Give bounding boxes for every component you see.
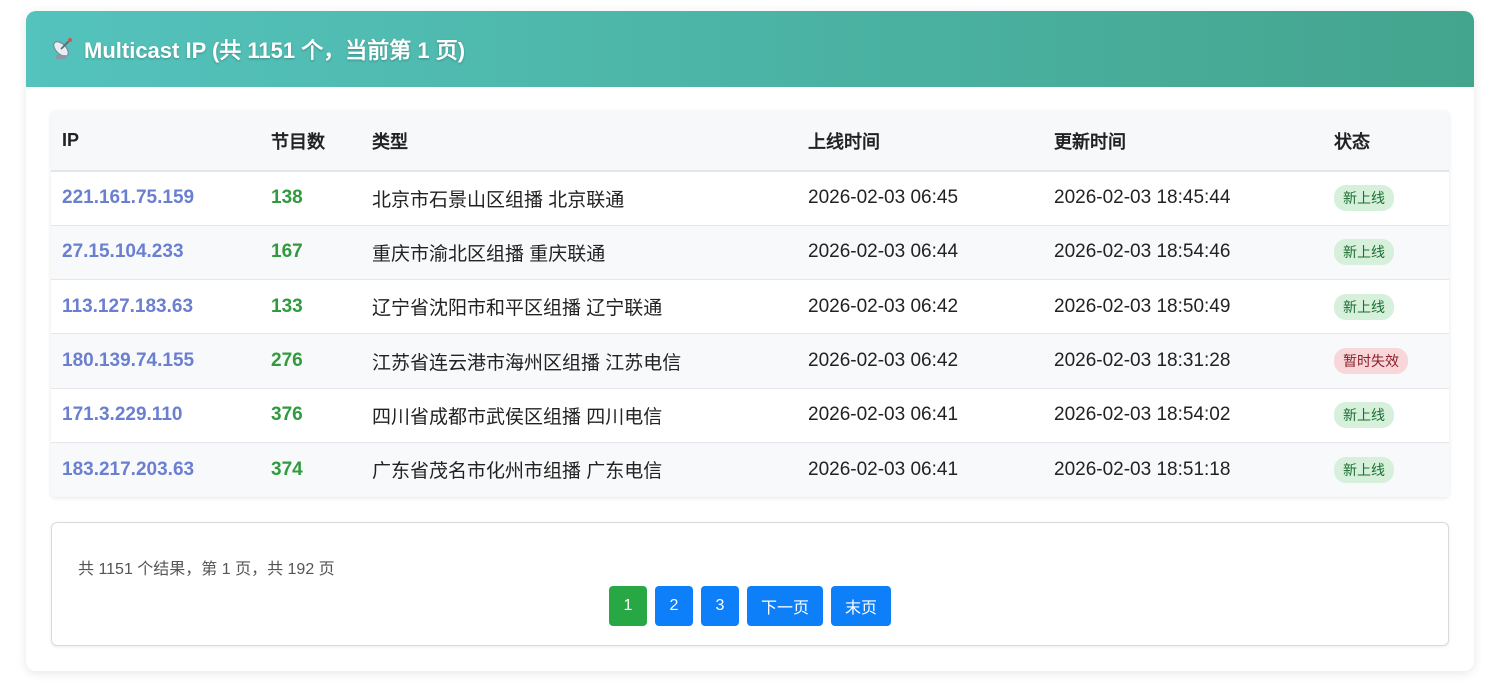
status-badge: 新上线 [1334, 293, 1394, 320]
status-badge: 暂时失效 [1334, 348, 1408, 375]
column-header-ip[interactable]: IP [51, 111, 260, 171]
cell-online-time: 2026-02-03 06:41 [808, 458, 959, 480]
cell-online-time: 2026-02-03 06:42 [808, 350, 959, 372]
ip-link[interactable]: 183.217.203.63 [62, 459, 194, 480]
cell-updated-time: 2026-02-03 18:45:44 [1054, 187, 1231, 209]
cell-ip: 27.15.104.233 [51, 225, 260, 279]
cell-ip: 221.161.75.159 [51, 171, 260, 225]
page-button-4[interactable]: 下一页 [746, 586, 823, 626]
cell-type: 广东省茂名市化州市组播 广东电信 [372, 461, 663, 483]
cell-count: 376 [271, 404, 303, 426]
cell-type: 辽宁省沈阳市和平区组播 辽宁联通 [372, 298, 663, 320]
cell-ip: 183.217.203.63 [51, 442, 260, 496]
column-header-count[interactable]: 节目数 [260, 111, 361, 171]
table-row[interactable]: 183.217.203.63 374 广东省茂名市化州市组播 广东电信 2026… [51, 442, 1449, 497]
cell-status: 新上线 [1323, 171, 1449, 225]
header-title-text: Multicast IP (共 1151 个，当前第 1 页) [84, 38, 466, 63]
cell-status: 暂时失效 [1323, 334, 1449, 388]
status-badge: 新上线 [1334, 185, 1394, 212]
status-badge: 新上线 [1334, 456, 1394, 483]
cell-type: 四川省成都市武侯区组播 四川电信 [372, 406, 663, 428]
table-row[interactable]: 171.3.229.110 376 四川省成都市武侯区组播 四川电信 2026-… [51, 388, 1449, 443]
cell-updated-time: 2026-02-03 18:50:49 [1054, 295, 1231, 317]
ip-link[interactable]: 221.161.75.159 [62, 187, 194, 208]
cell-type: 江苏省连云港市海州区组播 江苏电信 [372, 352, 682, 374]
cell-online-time: 2026-02-03 06:41 [808, 404, 959, 426]
pagination-buttons: 1 2 3 下一页 末页 [52, 586, 1448, 626]
column-header-updated-time[interactable]: 更新时间 [1043, 111, 1323, 171]
column-header-type[interactable]: 类型 [361, 111, 797, 171]
page-title: Multicast IP (共 1151 个，当前第 1 页) [50, 33, 465, 65]
ip-link[interactable]: 171.3.229.110 [62, 404, 182, 425]
column-header-status[interactable]: 状态 [1323, 111, 1449, 171]
ip-link[interactable]: 27.15.104.233 [62, 241, 184, 262]
ip-link[interactable]: 180.139.74.155 [62, 350, 194, 371]
cell-status: 新上线 [1323, 442, 1449, 496]
table-body: 221.161.75.159 138 北京市石景山区组播 北京联通 2026-0… [51, 171, 1449, 497]
satellite-antenna-icon [50, 36, 76, 62]
pagination-info: 共 1151 个结果，第 1 页，共 192 页 [78, 561, 335, 578]
column-header-online-time[interactable]: 上线时间 [797, 111, 1043, 171]
table-row[interactable]: 27.15.104.233 167 重庆市渝北区组播 重庆联通 2026-02-… [51, 225, 1449, 280]
cell-count: 133 [271, 295, 303, 317]
cell-count: 374 [271, 458, 303, 480]
cell-online-time: 2026-02-03 06:45 [808, 187, 959, 209]
cell-online-time: 2026-02-03 06:44 [808, 241, 959, 263]
cell-type: 重庆市渝北区组播 重庆联通 [372, 243, 606, 265]
cell-count: 138 [271, 187, 303, 209]
cell-ip: 113.127.183.63 [51, 280, 260, 334]
page-button-2[interactable]: 2 [654, 586, 693, 626]
cell-count: 276 [271, 350, 303, 372]
cell-type: 北京市石景山区组播 北京联通 [372, 189, 625, 211]
status-badge: 新上线 [1334, 402, 1394, 429]
status-badge: 新上线 [1334, 239, 1394, 266]
card-header: Multicast IP (共 1151 个，当前第 1 页) [26, 11, 1474, 87]
cell-ip: 171.3.229.110 [51, 388, 260, 442]
multicast-table-wrap: IP 节目数 类型 上线时间 更新时间 状态 221.161.75.159 13… [51, 111, 1449, 497]
pagination-box: 共 1151 个结果，第 1 页，共 192 页 1 2 3 下一页 末页 [51, 522, 1449, 646]
cell-updated-time: 2026-02-03 18:54:02 [1054, 404, 1231, 426]
cell-status: 新上线 [1323, 280, 1449, 334]
ip-link[interactable]: 113.127.183.63 [62, 296, 193, 317]
cell-updated-time: 2026-02-03 18:54:46 [1054, 241, 1231, 263]
cell-status: 新上线 [1323, 388, 1449, 442]
multicast-ip-card: Multicast IP (共 1151 个，当前第 1 页) IP 节目数 类… [26, 11, 1474, 671]
page-button-1[interactable]: 1 [608, 586, 647, 626]
cell-online-time: 2026-02-03 06:42 [808, 295, 959, 317]
page-button-5[interactable]: 末页 [831, 586, 892, 626]
table-row[interactable]: 113.127.183.63 133 辽宁省沈阳市和平区组播 辽宁联通 2026… [51, 280, 1449, 334]
table-header-row: IP 节目数 类型 上线时间 更新时间 状态 [51, 111, 1449, 171]
table-row[interactable]: 221.161.75.159 138 北京市石景山区组播 北京联通 2026-0… [51, 171, 1449, 226]
cell-updated-time: 2026-02-03 18:31:28 [1054, 350, 1231, 372]
cell-status: 新上线 [1323, 225, 1449, 279]
page-button-3[interactable]: 3 [700, 586, 739, 626]
multicast-table: IP 节目数 类型 上线时间 更新时间 状态 221.161.75.159 13… [51, 111, 1449, 497]
table-row[interactable]: 180.139.74.155 276 江苏省连云港市海州区组播 江苏电信 202… [51, 333, 1449, 389]
cell-count: 167 [271, 241, 303, 263]
cell-ip: 180.139.74.155 [51, 334, 260, 388]
cell-updated-time: 2026-02-03 18:51:18 [1054, 458, 1231, 480]
